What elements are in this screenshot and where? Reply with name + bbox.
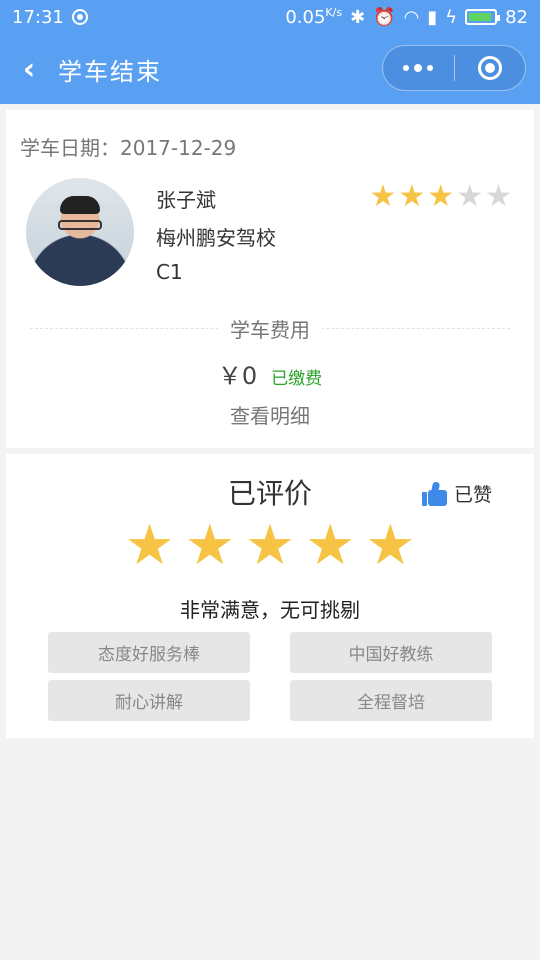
more-menu-button[interactable] [383,46,454,90]
star-filled-icon: ★ [244,513,296,578]
star-filled-icon: ★ [184,513,235,578]
star-filled-icon: ★ [124,513,175,578]
coach-name: 张子斌 [156,188,216,212]
review-tag: 全程督培 [290,680,492,721]
review-tags: 态度好服务棒 中国好教练 耐心讲解 全程督培 [48,632,492,721]
star-filled-icon: ★ [398,179,426,214]
chevron-left-icon: ‹ [22,51,36,87]
view-details-link[interactable]: 查看明细 [6,400,534,429]
status-bar: 17:31 0.05K/s ✱ ⏰ ◠ ▮ ϟ 82 [0,0,540,34]
review-tag: 中国好教练 [290,632,492,673]
like-label: 已赞 [453,484,492,506]
page-title: 学车结束 [58,57,162,86]
star-filled-icon: ★ [305,513,356,578]
star-filled-icon: ★ [365,513,416,578]
close-mini-program-button[interactable] [455,46,526,90]
star-filled-icon: ★ [369,179,397,214]
fee-title-label: 学车费用 [218,318,322,342]
star-empty-icon: ★ [456,179,484,214]
star-filled-icon: ★ [427,179,455,214]
target-circle-icon [477,56,502,80]
coach-avatar [26,178,134,286]
wifi-icon: ◠ [403,6,420,28]
star-empty-icon: ★ [485,179,512,214]
network-speed-unit: K/s [325,6,343,19]
lesson-summary-card: 学车日期：2017-12-29 张子斌 梅州鹏安驾校 C1 ★ ★ ★ ★ ★ 学车费用… [6,110,534,448]
signal-icon: ▮ [427,6,438,28]
battery-level: 82 [505,6,528,28]
back-button[interactable]: ‹ [0,34,58,104]
review-card: 已评价 已赞 ★ ★ ★ ★ ★ 非常满意，无可挑剔 态度好服务棒 中国好教练 耐心讲解… [6,454,534,738]
mini-program-capsule [382,45,526,91]
review-tag: 态度好服务棒 [48,632,250,673]
review-rating-stars: ★ ★ ★ ★ ★ [6,518,534,574]
review-tag: 耐心讲解 [48,680,250,721]
paid-status-badge: 已缴费 [271,369,323,389]
app-notification-icon [71,9,88,25]
network-speed-value: 0.05 [285,7,326,28]
fee-row: ￥0 已缴费 [6,356,534,391]
license-type: C1 [156,260,183,284]
battery-icon [465,9,501,25]
fee-section-title: 学车费用 [6,314,534,343]
bluetooth-icon: ✱ [350,6,366,28]
like-button[interactable]: 已赞 [421,480,492,507]
alarm-icon: ⏰ [373,6,396,28]
fee-amount: ￥0 [217,362,258,390]
coach-rating-stars: ★ ★ ★ ★ ★ [369,182,512,212]
lesson-date: 学车日期：2017-12-29 [20,136,237,160]
status-time: 17:31 [12,6,64,28]
charging-icon: ϟ [445,6,458,28]
network-speed: 0.05K/s [285,6,342,28]
nav-bar: ‹ 学车结束 [0,34,540,104]
rating-description: 非常满意，无可挑剔 [180,598,360,622]
driving-school-name: 梅州鹏安驾校 [156,226,276,250]
more-dots-icon [403,64,434,72]
thumbs-up-icon [421,480,448,506]
